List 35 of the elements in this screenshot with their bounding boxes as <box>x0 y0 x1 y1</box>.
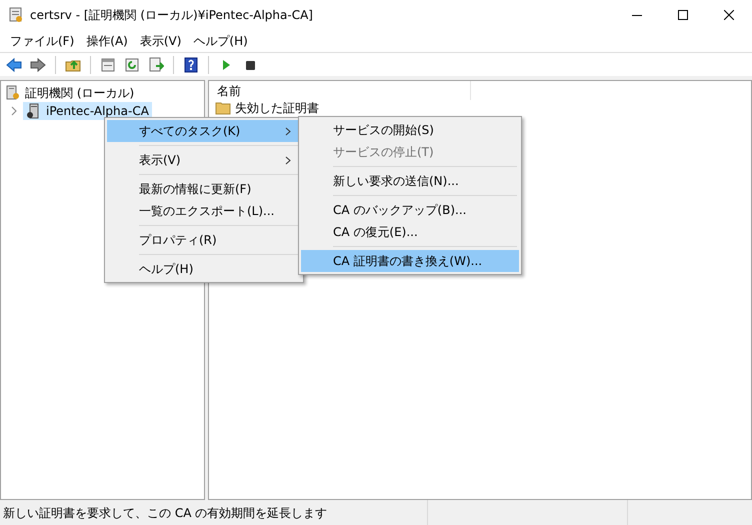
refresh-icon[interactable] <box>124 56 140 72</box>
forward-arrow-icon[interactable] <box>30 56 46 72</box>
server-icon <box>26 103 40 119</box>
window-title: certsrv - [証明機関 (ローカル)¥iPentec-Alpha-CA] <box>30 7 313 24</box>
menu-item[interactable]: ファイル(F) <box>4 32 80 50</box>
menu-item[interactable]: ヘルプ(H) <box>107 258 301 280</box>
menu-item[interactable]: 表示(V) <box>134 32 188 50</box>
menu-item[interactable]: ヘルプ(H) <box>187 32 254 50</box>
menu-item[interactable]: 一覧のエクスポート(L)... <box>107 200 301 222</box>
back-arrow-icon[interactable] <box>6 56 22 72</box>
tree-item[interactable]: 証明機関 (ローカル) <box>25 84 134 102</box>
certificate-authority-icon <box>5 85 21 101</box>
certificate-icon <box>8 7 24 23</box>
column-header[interactable]: 名前 <box>209 81 471 100</box>
menu-item[interactable]: 最新の情報に更新(F) <box>107 178 301 200</box>
folder-icon <box>215 101 231 115</box>
menu-item[interactable]: 新しい要求の送信(N)... <box>301 170 519 192</box>
export-list-icon[interactable] <box>148 56 164 72</box>
menu-item[interactable]: CA の復元(E)... <box>301 221 519 243</box>
menu-item[interactable]: CA 証明書の書き換え(W)... <box>301 250 519 272</box>
tree-item[interactable]: iPentec-Alpha-CA <box>23 102 152 120</box>
expand-icon[interactable] <box>9 106 19 116</box>
menu-item[interactable]: すべてのタスク(K) <box>107 120 301 142</box>
menu-item[interactable]: サービスの開始(S) <box>301 119 519 141</box>
menu-item[interactable]: 表示(V) <box>107 149 301 171</box>
status-text: 新しい証明書を要求して、この CA の有効期間を延長します <box>2 504 328 522</box>
menu-item[interactable]: CA のバックアップ(B)... <box>301 199 519 221</box>
tree-item-label: iPentec-Alpha-CA <box>46 103 149 120</box>
help-icon[interactable] <box>183 56 199 72</box>
maximize-icon <box>678 10 688 20</box>
window-icon[interactable] <box>100 56 116 72</box>
menu-item[interactable]: プロパティ(R) <box>107 229 301 251</box>
list-item[interactable]: 失効した証明書 <box>235 99 319 117</box>
close-icon <box>724 10 734 20</box>
menu-item[interactable]: 操作(A) <box>80 32 134 50</box>
